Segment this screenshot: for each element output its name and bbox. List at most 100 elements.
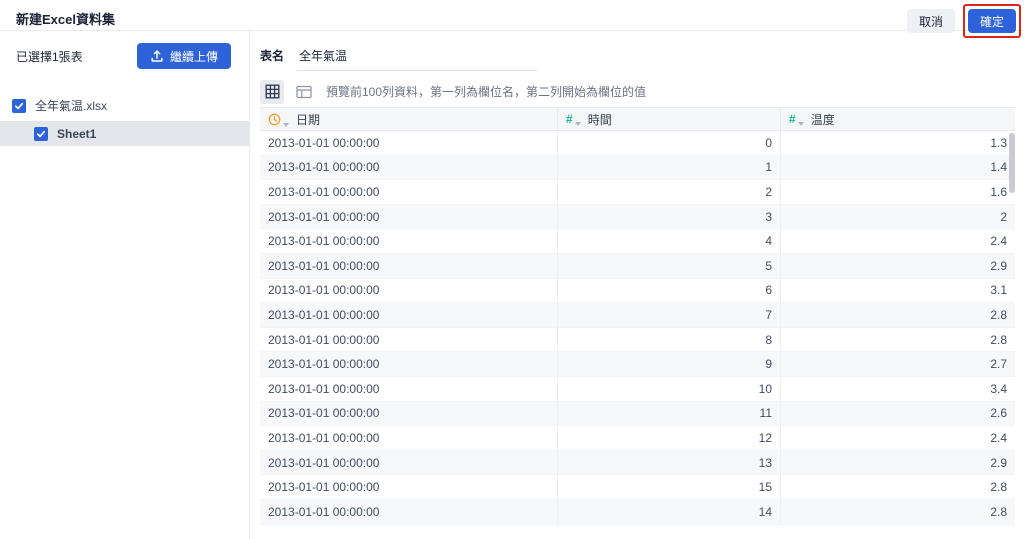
table-cell: 2013-01-01 00:00:00	[260, 303, 557, 328]
column-header-date[interactable]: 日期	[260, 108, 557, 130]
confirm-button[interactable]: 確定	[967, 9, 1016, 33]
table-cell: 2013-01-01 00:00:00	[260, 402, 557, 427]
grid-view-icon	[265, 84, 279, 99]
column-label: 温度	[810, 112, 835, 127]
table-name-label: 表名	[260, 49, 285, 63]
file-tree: 全年氣温.xlsx Sheet1	[0, 93, 249, 146]
cancel-button[interactable]: 取消	[906, 9, 955, 33]
table-row: 2013-01-01 00:00:00 3 2	[260, 204, 1015, 230]
table-body: 2013-01-01 00:00:00 0 1.3 2013-01-01 00:00:…	[260, 131, 1015, 525]
table-cell: 2013-01-01 00:00:00	[260, 451, 557, 476]
column-header-time[interactable]: # 時間	[557, 108, 780, 130]
table-cell: 1.3	[780, 131, 1015, 156]
table-row: 2013-01-01 00:00:00 15 2.8	[260, 475, 1015, 500]
table-cell: 2013-01-01 00:00:00	[260, 205, 557, 230]
table-cell: 2013-01-01 00:00:00	[260, 500, 557, 525]
sheet-name-label: Sheet1	[57, 126, 97, 141]
table-cell: 2.6	[780, 401, 1015, 427]
table-cell: 1	[557, 155, 780, 181]
table-cell: 2.8	[780, 475, 1015, 500]
field-type-dropdown[interactable]: #	[566, 112, 581, 126]
table-cell: 2	[780, 204, 1015, 230]
table-cell: 13	[557, 450, 780, 476]
continue-upload-button[interactable]: 繼續上傳	[136, 43, 231, 69]
table-row: 2013-01-01 00:00:00 14 2.8	[260, 499, 1015, 525]
check-icon	[14, 102, 24, 109]
field-view-button[interactable]	[292, 80, 316, 104]
field-type-dropdown[interactable]: #	[789, 112, 804, 126]
grid-view-button[interactable]	[260, 79, 284, 104]
chevron-down-icon	[574, 122, 581, 126]
table-cell: 2013-01-01 00:00:00	[260, 328, 557, 353]
sheet-checkbox-checked[interactable]	[34, 126, 48, 141]
table-cell: 15	[557, 475, 780, 500]
hash-icon: #	[566, 112, 573, 126]
table-cell: 12	[557, 426, 780, 451]
table-cell: 2013-01-01 00:00:00	[260, 475, 557, 500]
table-cell: 8	[557, 327, 780, 353]
table-row: 2013-01-01 00:00:00 6 3.1	[260, 278, 1015, 304]
check-icon	[36, 130, 46, 137]
table-name-row: 表名	[260, 47, 1024, 71]
table-cell: 2.8	[780, 327, 1015, 353]
table-row: 2013-01-01 00:00:00 5 2.9	[260, 253, 1015, 279]
workbook-name-label: 全年氣温.xlsx	[35, 99, 108, 113]
table-cell: 2013-01-01 00:00:00	[260, 377, 557, 402]
sidebar: 已選擇1張表 繼續上傳 全年氣温.xlsx Sheet1	[0, 31, 250, 539]
table-row: 2013-01-01 00:00:00 9 2.7	[260, 352, 1015, 377]
table-row: 2013-01-01 00:00:00 13 2.9	[260, 450, 1015, 476]
field-type-dropdown[interactable]	[268, 113, 289, 127]
dialog-header: 新建Excel資料集 取消 確定	[0, 0, 1024, 38]
table-row: 2013-01-01 00:00:00 7 2.8	[260, 303, 1015, 328]
table-cell: 2.9	[780, 253, 1015, 279]
table-cell: 0	[557, 131, 780, 156]
sidebar-header: 已選擇1張表 繼續上傳	[0, 31, 249, 69]
main-panel: 表名 預覽前100列資料，第一列為欄位名，第二列開始為欄位的值	[250, 31, 1024, 539]
table-cell: 2.8	[780, 303, 1015, 328]
table-cell: 2013-01-01 00:00:00	[260, 131, 557, 156]
table-cell: 10	[557, 376, 780, 402]
annotation-highlight-box: 確定	[962, 4, 1021, 38]
workbook-checkbox-checked[interactable]	[12, 98, 26, 113]
table-cell: 14	[557, 499, 780, 525]
table-cell: 2.4	[780, 229, 1015, 254]
table-cell: 2013-01-01 00:00:00	[260, 279, 557, 304]
table-cell: 5	[557, 253, 780, 279]
chevron-down-icon	[797, 122, 804, 126]
table-row: 2013-01-01 00:00:00 2 1.6	[260, 180, 1015, 205]
table-cell: 2	[557, 180, 780, 205]
table-row: 2013-01-01 00:00:00 8 2.8	[260, 327, 1015, 353]
table-cell: 3.4	[780, 376, 1015, 402]
table-cell: 2013-01-01 00:00:00	[260, 156, 557, 181]
clock-icon	[268, 113, 281, 125]
table-row: 2013-01-01 00:00:00 11 2.6	[260, 401, 1015, 427]
table-cell: 3	[557, 204, 780, 230]
table-row: 2013-01-01 00:00:00 4 2.4	[260, 229, 1015, 254]
column-header-temperature[interactable]: # 温度	[780, 108, 1015, 130]
table-row: 2013-01-01 00:00:00 10 3.4	[260, 376, 1015, 402]
table-cell: 1.4	[780, 155, 1015, 181]
table-cell: 7	[557, 303, 780, 328]
tree-item-workbook[interactable]: 全年氣温.xlsx	[0, 93, 249, 118]
table-cell: 11	[557, 401, 780, 427]
chevron-down-icon	[283, 122, 289, 127]
field-view-icon	[296, 85, 312, 98]
table-cell: 2013-01-01 00:00:00	[260, 180, 557, 205]
table-row: 2013-01-01 00:00:00 0 1.3	[260, 131, 1015, 156]
table-name-input[interactable]	[297, 48, 538, 71]
table-cell: 6	[557, 278, 780, 304]
table-cell: 9	[557, 352, 780, 377]
column-label: 時間	[587, 112, 612, 127]
upload-button-label: 繼續上傳	[169, 49, 218, 64]
upload-icon	[150, 49, 164, 63]
table-row: 2013-01-01 00:00:00 12 2.4	[260, 426, 1015, 451]
header-actions: 取消 確定	[906, 4, 1021, 38]
vertical-scrollbar-thumb[interactable]	[1009, 133, 1015, 193]
tree-item-sheet-selected[interactable]: Sheet1	[0, 121, 249, 146]
column-label: 日期	[296, 112, 321, 127]
preview-table: 日期 # 時間 # 温度 2013-01-01 00:00:00 0 1.3 2013…	[260, 107, 1015, 525]
table-cell: 2.8	[780, 499, 1015, 525]
table-cell: 4	[557, 229, 780, 254]
table-cell: 2013-01-01 00:00:00	[260, 426, 557, 451]
hash-icon: #	[789, 112, 796, 126]
